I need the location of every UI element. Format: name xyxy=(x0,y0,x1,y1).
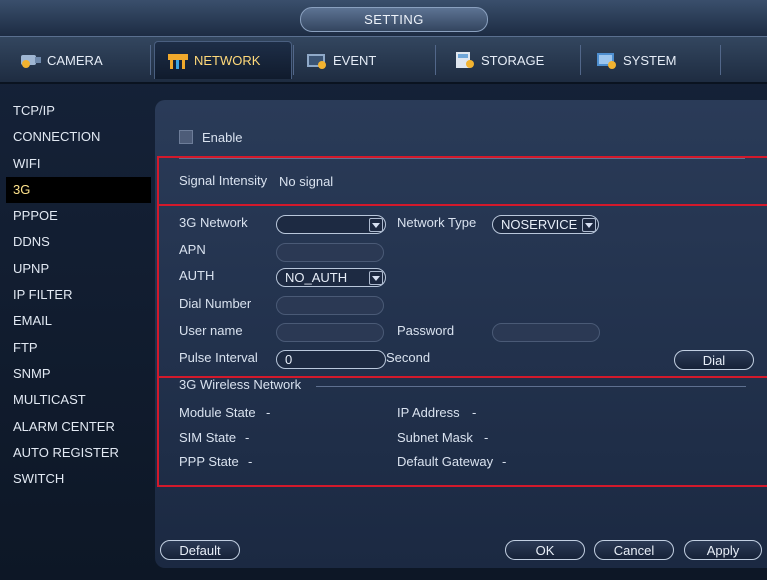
default-button[interactable]: Default xyxy=(160,540,240,560)
sidebar-item-ddns[interactable]: DDNS xyxy=(6,229,151,255)
sidebar-item-switch[interactable]: SWITCH xyxy=(6,466,151,492)
ok-button[interactable]: OK xyxy=(505,540,585,560)
sidebar-item-multicast[interactable]: MULTICAST xyxy=(6,387,151,413)
tab-network[interactable]: NETWORK xyxy=(154,41,292,79)
sidebar-menu: TCP/IP CONNECTION WIFI 3G PPPOE DDNS UPN… xyxy=(6,98,151,492)
sidebar-item-ip-filter[interactable]: IP FILTER xyxy=(6,282,151,308)
tab-event[interactable]: EVENT xyxy=(306,41,376,79)
system-icon xyxy=(596,51,618,69)
tab-divider xyxy=(435,45,436,75)
tab-divider xyxy=(580,45,581,75)
network-icon xyxy=(167,52,189,70)
sidebar-item-upnp[interactable]: UPNP xyxy=(6,256,151,282)
sidebar-item-auto-register[interactable]: AUTO REGISTER xyxy=(6,440,151,466)
signal-highlight-box xyxy=(157,156,767,206)
title-bar: SETTING xyxy=(0,0,767,37)
cancel-button[interactable]: Cancel xyxy=(594,540,674,560)
main-tabs: CAMERA NETWORK EVENT STORAGE SYSTEM xyxy=(0,37,767,84)
sidebar-item-wifi[interactable]: WIFI xyxy=(6,151,151,177)
tab-divider xyxy=(293,45,294,75)
camera-icon xyxy=(20,51,42,69)
tab-divider xyxy=(150,45,151,75)
tab-system-label: SYSTEM xyxy=(623,52,677,68)
storage-icon xyxy=(454,51,476,69)
settings-window: SETTING CAMERA NETWORK EVENT STORAGE SYS… xyxy=(0,0,767,580)
tab-storage-label: STORAGE xyxy=(481,52,545,68)
tab-camera[interactable]: CAMERA xyxy=(20,41,103,79)
apply-button[interactable]: Apply xyxy=(684,540,762,560)
sidebar-item-tcpip[interactable]: TCP/IP xyxy=(6,98,151,124)
sidebar-item-email[interactable]: EMAIL xyxy=(6,308,151,334)
tab-event-label: EVENT xyxy=(333,52,377,68)
sidebar-item-ftp[interactable]: FTP xyxy=(6,335,151,361)
sidebar-item-pppoe[interactable]: PPPOE xyxy=(6,203,151,229)
enable-checkbox[interactable] xyxy=(179,130,193,144)
event-icon xyxy=(306,51,328,69)
sidebar-item-3g[interactable]: 3G xyxy=(6,176,151,204)
sidebar-item-alarm-center[interactable]: ALARM CENTER xyxy=(6,414,151,440)
tab-divider xyxy=(720,45,721,75)
tab-storage[interactable]: STORAGE xyxy=(454,41,544,79)
tab-network-label: NETWORK xyxy=(194,53,261,68)
settings-highlight-box xyxy=(157,204,767,378)
window-title: SETTING xyxy=(300,7,488,32)
sidebar-item-snmp[interactable]: SNMP xyxy=(6,361,151,387)
tab-system[interactable]: SYSTEM xyxy=(596,41,676,79)
sidebar-item-connection[interactable]: CONNECTION xyxy=(6,124,151,150)
enable-label: Enable xyxy=(202,130,243,145)
wireless-highlight-box xyxy=(157,376,767,487)
tab-camera-label: CAMERA xyxy=(47,52,103,68)
